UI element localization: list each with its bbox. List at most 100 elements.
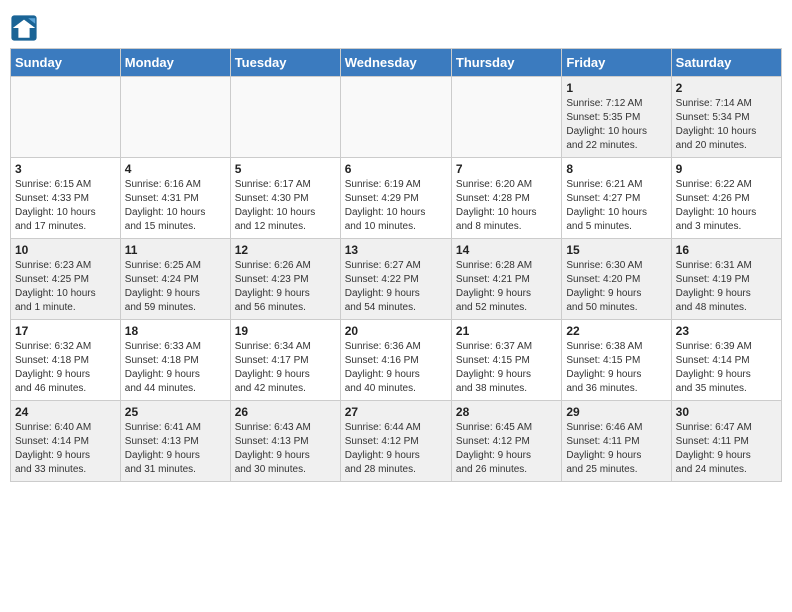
calendar-day-cell: 5 Sunrise: 6:17 AMSunset: 4:30 PMDaylight… — [230, 158, 340, 239]
day-info: Sunrise: 6:36 AMSunset: 4:16 PMDaylight:… — [345, 340, 447, 396]
day-number: 14 — [456, 243, 557, 257]
calendar-week-row: 24Sunrise: 6:40 AMSunset: 4:14 PMDayligh… — [11, 401, 782, 482]
day-of-week-header: Friday — [562, 49, 671, 77]
day-number: 26 — [235, 405, 336, 419]
day-number: 25 — [125, 405, 226, 419]
day-of-week-header: Tuesday — [230, 49, 340, 77]
calendar-day-cell: 22 Sunrise: 6:38 AMSunset: 4:15 PMDayligh… — [562, 320, 671, 401]
day-number: 4 — [125, 162, 226, 176]
day-of-week-header: Monday — [120, 49, 230, 77]
calendar-day-cell: 10 Sunrise: 6:23 AMSunset: 4:25 PMDayligh… — [11, 239, 121, 320]
calendar-day-cell: 19Sunrise: 6:34 AMSunset: 4:17 PMDayligh… — [230, 320, 340, 401]
day-info: Sunrise: 6:43 AMSunset: 4:13 PMDaylight:… — [235, 421, 336, 477]
day-number: 13 — [345, 243, 447, 257]
calendar-day-cell: 16 Sunrise: 6:31 AMSunset: 4:19 PMDayligh… — [671, 239, 781, 320]
calendar-day-cell: 7Sunrise: 6:20 AMSunset: 4:28 PMDaylight… — [451, 158, 561, 239]
day-info: Sunrise: 6:19 AMSunset: 4:29 PMDaylight:… — [345, 178, 447, 234]
calendar-week-row: 10 Sunrise: 6:23 AMSunset: 4:25 PMDayligh… — [11, 239, 782, 320]
logo — [10, 10, 42, 42]
day-of-week-header: Thursday — [451, 49, 561, 77]
calendar-week-row: 3 Sunrise: 6:15 AMSunset: 4:33 PMDaylight… — [11, 158, 782, 239]
calendar-day-cell: 27Sunrise: 6:44 AMSunset: 4:12 PMDayligh… — [340, 401, 451, 482]
day-info: Sunrise: 6:47 AMSunset: 4:11 PMDaylight:… — [676, 421, 777, 477]
header — [10, 10, 782, 42]
day-number: 29 — [566, 405, 666, 419]
day-number: 20 — [345, 324, 447, 338]
day-number: 11 — [125, 243, 226, 257]
calendar-day-cell: 18 Sunrise: 6:33 AMSunset: 4:18 PMDayligh… — [120, 320, 230, 401]
calendar-header-row: SundayMondayTuesdayWednesdayThursdayFrid… — [11, 49, 782, 77]
day-number: 9 — [676, 162, 777, 176]
calendar-day-cell: 4 Sunrise: 6:16 AMSunset: 4:31 PMDaylight… — [120, 158, 230, 239]
calendar-day-cell: 8 Sunrise: 6:21 AMSunset: 4:27 PMDaylight… — [562, 158, 671, 239]
calendar-day-cell: 15 Sunrise: 6:30 AMSunset: 4:20 PMDayligh… — [562, 239, 671, 320]
calendar-day-cell: 11 Sunrise: 6:25 AMSunset: 4:24 PMDayligh… — [120, 239, 230, 320]
day-info: Sunrise: 6:39 AMSunset: 4:14 PMDaylight:… — [676, 340, 777, 396]
day-info: Sunrise: 6:15 AMSunset: 4:33 PMDaylight:… — [15, 178, 116, 234]
calendar-day-cell: 26 Sunrise: 6:43 AMSunset: 4:13 PMDayligh… — [230, 401, 340, 482]
calendar-day-cell: 21 Sunrise: 6:37 AMSunset: 4:15 PMDayligh… — [451, 320, 561, 401]
day-info: Sunrise: 6:33 AMSunset: 4:18 PMDaylight:… — [125, 340, 226, 396]
day-info: Sunrise: 6:32 AMSunset: 4:18 PMDaylight:… — [15, 340, 116, 396]
calendar-day-cell — [451, 77, 561, 158]
calendar-day-cell: 30 Sunrise: 6:47 AMSunset: 4:11 PMDayligh… — [671, 401, 781, 482]
calendar-day-cell: 6 Sunrise: 6:19 AMSunset: 4:29 PMDaylight… — [340, 158, 451, 239]
calendar-day-cell: 24Sunrise: 6:40 AMSunset: 4:14 PMDayligh… — [11, 401, 121, 482]
day-of-week-header: Saturday — [671, 49, 781, 77]
day-info: Sunrise: 6:30 AMSunset: 4:20 PMDaylight:… — [566, 259, 666, 315]
day-info: Sunrise: 6:44 AMSunset: 4:12 PMDaylight:… — [345, 421, 447, 477]
day-number: 23 — [676, 324, 777, 338]
day-info: Sunrise: 6:37 AMSunset: 4:15 PMDaylight:… — [456, 340, 557, 396]
day-number: 7 — [456, 162, 557, 176]
day-number: 16 — [676, 243, 777, 257]
calendar-day-cell: 14Sunrise: 6:28 AMSunset: 4:21 PMDayligh… — [451, 239, 561, 320]
day-info: Sunrise: 6:31 AMSunset: 4:19 PMDaylight:… — [676, 259, 777, 315]
calendar-day-cell: 20 Sunrise: 6:36 AMSunset: 4:16 PMDayligh… — [340, 320, 451, 401]
day-info: Sunrise: 7:14 AMSunset: 5:34 PMDaylight:… — [676, 97, 777, 153]
day-number: 8 — [566, 162, 666, 176]
calendar-day-cell — [120, 77, 230, 158]
calendar-day-cell: 29 Sunrise: 6:46 AMSunset: 4:11 PMDayligh… — [562, 401, 671, 482]
day-number: 10 — [15, 243, 116, 257]
logo-icon — [10, 14, 38, 42]
calendar-week-row: 17 Sunrise: 6:32 AMSunset: 4:18 PMDayligh… — [11, 320, 782, 401]
day-info: Sunrise: 6:46 AMSunset: 4:11 PMDaylight:… — [566, 421, 666, 477]
day-info: Sunrise: 6:16 AMSunset: 4:31 PMDaylight:… — [125, 178, 226, 234]
day-number: 30 — [676, 405, 777, 419]
day-info: Sunrise: 6:40 AMSunset: 4:14 PMDaylight:… — [15, 421, 116, 477]
calendar-day-cell: 13 Sunrise: 6:27 AMSunset: 4:22 PMDayligh… — [340, 239, 451, 320]
day-number: 22 — [566, 324, 666, 338]
day-number: 18 — [125, 324, 226, 338]
day-number: 15 — [566, 243, 666, 257]
day-number: 12 — [235, 243, 336, 257]
day-number: 21 — [456, 324, 557, 338]
calendar-day-cell — [230, 77, 340, 158]
day-info: Sunrise: 6:38 AMSunset: 4:15 PMDaylight:… — [566, 340, 666, 396]
day-number: 28 — [456, 405, 557, 419]
calendar-day-cell: 28Sunrise: 6:45 AMSunset: 4:12 PMDayligh… — [451, 401, 561, 482]
day-of-week-header: Sunday — [11, 49, 121, 77]
day-of-week-header: Wednesday — [340, 49, 451, 77]
calendar-day-cell — [340, 77, 451, 158]
calendar-day-cell: 23 Sunrise: 6:39 AMSunset: 4:14 PMDayligh… — [671, 320, 781, 401]
day-number: 17 — [15, 324, 116, 338]
calendar-day-cell: 12Sunrise: 6:26 AMSunset: 4:23 PMDayligh… — [230, 239, 340, 320]
day-info: Sunrise: 6:23 AMSunset: 4:25 PMDaylight:… — [15, 259, 116, 315]
day-info: Sunrise: 6:17 AMSunset: 4:30 PMDaylight:… — [235, 178, 336, 234]
day-info: Sunrise: 6:34 AMSunset: 4:17 PMDaylight:… — [235, 340, 336, 396]
day-info: Sunrise: 6:27 AMSunset: 4:22 PMDaylight:… — [345, 259, 447, 315]
day-number: 3 — [15, 162, 116, 176]
calendar-week-row: 1Sunrise: 7:12 AMSunset: 5:35 PMDaylight… — [11, 77, 782, 158]
day-number: 5 — [235, 162, 336, 176]
day-info: Sunrise: 6:22 AMSunset: 4:26 PMDaylight:… — [676, 178, 777, 234]
calendar-day-cell: 17 Sunrise: 6:32 AMSunset: 4:18 PMDayligh… — [11, 320, 121, 401]
day-info: Sunrise: 6:21 AMSunset: 4:27 PMDaylight:… — [566, 178, 666, 234]
calendar-table: SundayMondayTuesdayWednesdayThursdayFrid… — [10, 48, 782, 482]
day-number: 6 — [345, 162, 447, 176]
day-number: 1 — [566, 81, 666, 95]
day-info: Sunrise: 6:25 AMSunset: 4:24 PMDaylight:… — [125, 259, 226, 315]
calendar-day-cell: 9 Sunrise: 6:22 AMSunset: 4:26 PMDaylight… — [671, 158, 781, 239]
day-number: 2 — [676, 81, 777, 95]
calendar-day-cell — [11, 77, 121, 158]
calendar-day-cell: 25Sunrise: 6:41 AMSunset: 4:13 PMDayligh… — [120, 401, 230, 482]
